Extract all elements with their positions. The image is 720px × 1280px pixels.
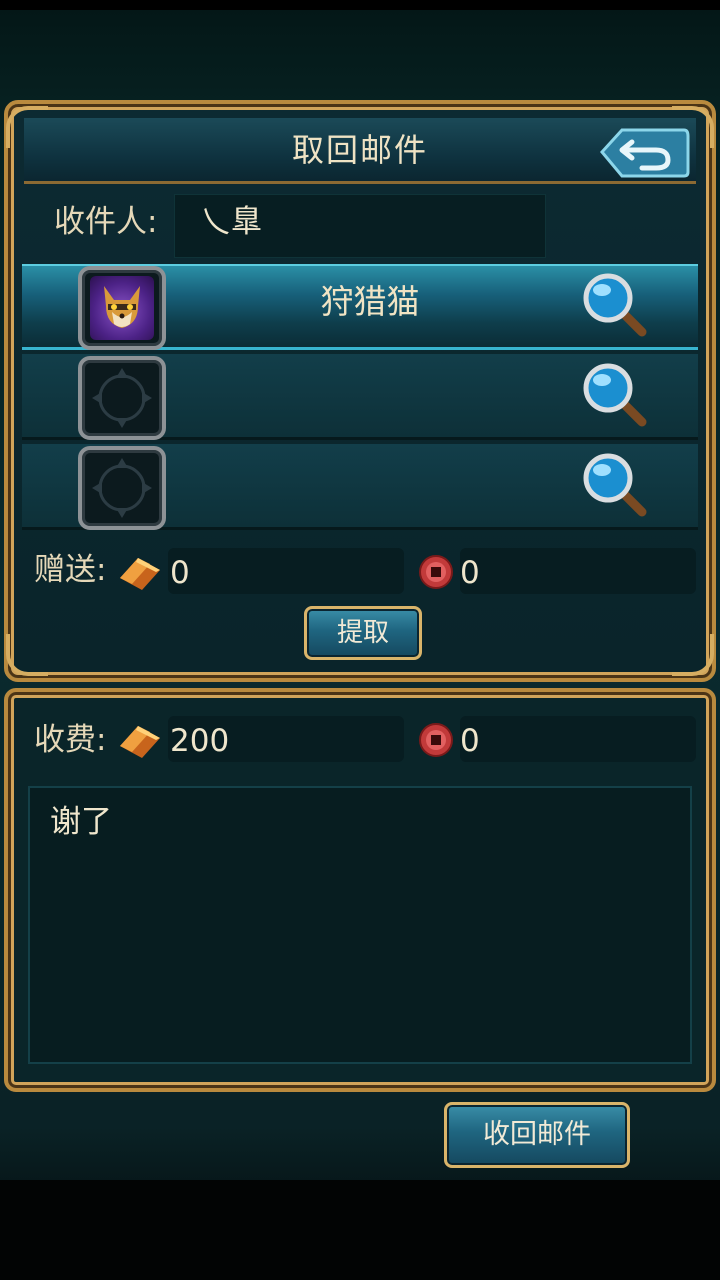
recipient-label: 收件人:	[54, 204, 158, 240]
gold-ingot-icon	[116, 716, 164, 760]
item-slot[interactable]	[78, 446, 166, 530]
magnifier-icon	[583, 453, 647, 517]
fee-gold-value: 200	[170, 723, 230, 759]
gold-ingot-icon	[116, 548, 164, 592]
fee-label: 收费:	[34, 722, 107, 758]
gift-coin-value: 0	[460, 555, 480, 591]
message-text: 谢了	[50, 804, 112, 840]
inspect-button[interactable]	[578, 448, 650, 520]
gift-label: 赠送:	[34, 552, 107, 588]
recall-mail-button[interactable]: 收回邮件	[444, 1102, 630, 1168]
empty-slot-icon	[92, 368, 152, 428]
recipient-value: 乀臯	[200, 204, 262, 240]
magnifier-icon	[583, 363, 647, 427]
extract-button[interactable]: 提取	[304, 606, 422, 660]
back-button[interactable]	[598, 124, 690, 180]
status-bar	[0, 0, 720, 10]
back-arrow-icon	[600, 128, 690, 178]
inspect-button[interactable]	[578, 268, 650, 340]
empty-slot-icon	[92, 458, 152, 518]
bottom-area	[0, 1180, 720, 1280]
item-slot[interactable]	[78, 356, 166, 440]
magnifier-icon	[583, 273, 647, 337]
item-slot[interactable]	[78, 266, 166, 350]
hunting-cat-avatar	[90, 276, 154, 340]
item-name: 狩猎猫	[320, 282, 420, 321]
cat-portrait-icon	[104, 286, 140, 328]
coin-icon	[418, 722, 454, 758]
frame-corner	[6, 634, 48, 676]
gift-gold-value: 0	[170, 555, 190, 591]
page-title: 取回邮件	[291, 131, 428, 169]
fee-coin-value: 0	[460, 723, 480, 759]
coin-icon	[418, 554, 454, 590]
inspect-button[interactable]	[578, 358, 650, 430]
